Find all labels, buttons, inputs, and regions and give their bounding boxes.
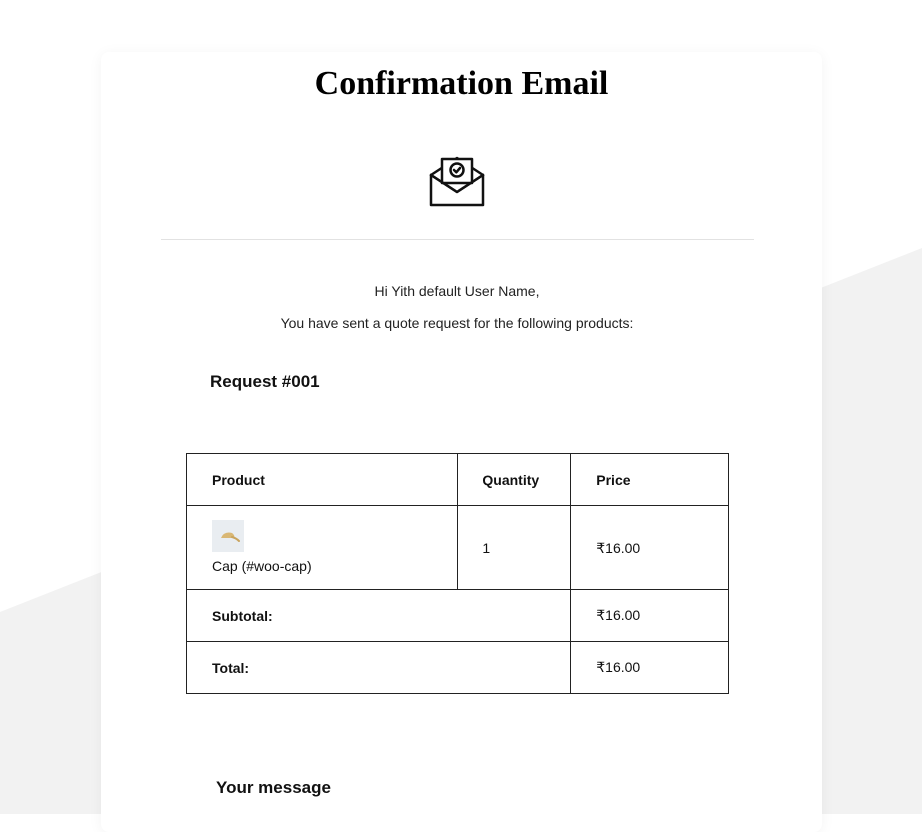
cap-thumbnail-icon[interactable] xyxy=(212,520,244,552)
subtotal-row: Subtotal: ₹16.00 xyxy=(185,589,729,642)
email-card: Confirmation Email Hi Yith default User … xyxy=(101,52,822,832)
column-header-price: Price xyxy=(570,453,729,506)
request-heading: Request #001 xyxy=(210,372,320,391)
table-header-row: Product Quantity Price xyxy=(185,453,729,506)
price-cell: ₹16.00 xyxy=(570,505,729,590)
quantity-cell: 1 xyxy=(457,505,572,590)
message-heading: Your message xyxy=(216,778,331,797)
greeting-text: Hi Yith default User Name, xyxy=(374,283,540,299)
subtotal-value: ₹16.00 xyxy=(570,589,729,642)
column-header-quantity: Quantity xyxy=(457,453,572,506)
quote-table: Product Quantity Price Cap (#woo-cap) 1 … xyxy=(185,453,729,694)
product-cell: Cap (#woo-cap) xyxy=(185,505,459,590)
product-name[interactable]: Cap (#woo-cap) xyxy=(212,557,457,575)
intro-text: You have sent a quote request for the fo… xyxy=(280,315,634,331)
page-title: Confirmation Email xyxy=(314,65,609,102)
envelope-check-icon xyxy=(429,156,485,207)
subtotal-label: Subtotal: xyxy=(185,589,572,642)
total-row: Total: ₹16.00 xyxy=(185,641,729,694)
total-label: Total: xyxy=(185,641,572,694)
table-row: Cap (#woo-cap) 1 ₹16.00 xyxy=(185,505,729,590)
header-divider xyxy=(161,239,754,240)
total-value: ₹16.00 xyxy=(570,641,729,694)
column-header-product: Product xyxy=(185,453,459,506)
